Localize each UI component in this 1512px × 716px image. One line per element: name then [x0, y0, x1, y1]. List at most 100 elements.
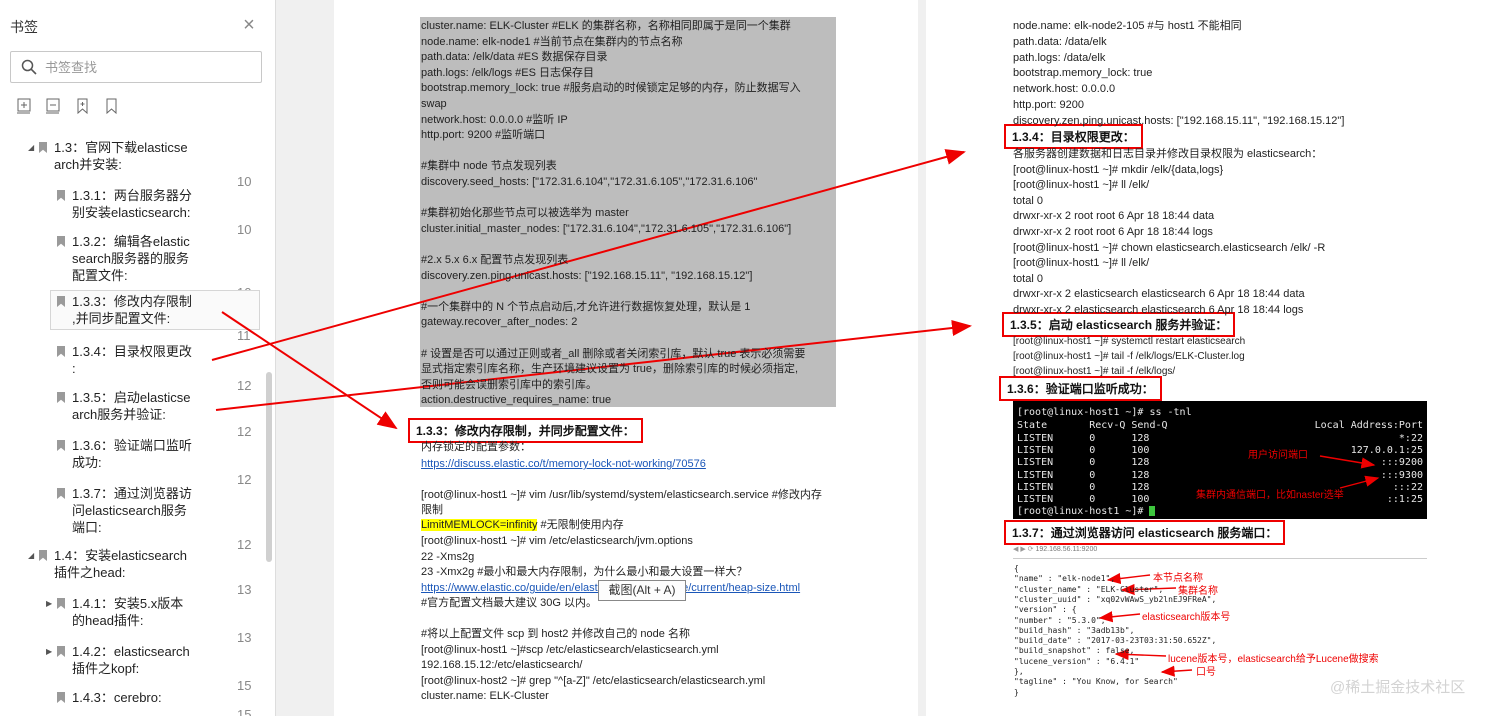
bookmark-label-line: 的head插件:	[72, 613, 144, 628]
bookmark-item-label: 1.4.1：安装5.x版本 的head插件:	[72, 595, 212, 629]
bookmark-item[interactable]: 1.3.3：修改内存限制 ,并同步配置文件: 11	[0, 290, 262, 343]
start-command-line: [root@linux-host1 ~]# tail -f /elk/logs/…	[1013, 351, 1245, 362]
config-line: #一个集群中的 N 个节点启动后,才允许进行数据恢复处理，默认是 1	[421, 300, 751, 313]
terminal-row-left: LISTEN 0 100	[1017, 445, 1150, 457]
bookmark-item[interactable]: ▶ 1.4.2：elasticsearch 插件之kopf: 15	[0, 643, 262, 693]
annotation-cluster-port: 集群内通信端口，比如naster选举	[1196, 490, 1344, 501]
config-line: #集群初始化那些节点可以被选举为 master	[421, 207, 629, 220]
bookmark-item-label: 1.4：安装elasticsearch 插件之head:	[54, 547, 194, 581]
screenshot-tooltip: 截图(Alt + A)	[598, 580, 686, 601]
bookmark-item[interactable]: 1.4.3：cerebro: 15	[0, 689, 262, 716]
bookmark-item[interactable]: 1.3.6：验证端口监听 成功: 12	[0, 437, 262, 487]
permission-line: drwxr-xr-x 2 root root 6 Apr 18 18:44 lo…	[1013, 226, 1213, 238]
bookmark-item-label: 1.4.3：cerebro:	[72, 689, 212, 706]
expand-all-icon[interactable]	[16, 97, 34, 115]
bookmark-item-icon	[39, 142, 47, 153]
terminal-header-right: Local Address:Port	[1314, 420, 1423, 431]
bookmark-search-input[interactable]	[45, 59, 245, 75]
config-line: http.port: 9200 #监听端口	[421, 129, 546, 142]
bookmark-item[interactable]: ◢ 1.3：官网下载elasticse arch并安装: 10	[0, 139, 262, 189]
scp-destination: 192.168.15.12:/etc/elasticsearch/	[421, 659, 583, 671]
json-response-line: "version" : {	[1014, 605, 1077, 615]
annotation-user-port: 用户访问端口	[1248, 450, 1308, 461]
bookmark-item[interactable]: 1.3.1：两台服务器分 别安装elasticsearch: 10	[0, 187, 262, 237]
grep-output: cluster.name: ELK-Cluster	[421, 690, 549, 702]
bookmark-item[interactable]: ◢ 1.4：安装elasticsearch 插件之head: 13	[0, 547, 262, 597]
permission-line: 各服务器创建数据和日志目录并修改目录权限为 elasticsearch：	[1013, 148, 1323, 160]
config-line: node.name: elk-node1 #当前节点在集群内的节点名称	[421, 35, 683, 48]
host2-config-line: discovery.zen.ping.unicast.hosts: ["192.…	[1013, 114, 1345, 127]
host2-config-line: network.host: 0.0.0.0	[1013, 83, 1116, 96]
bookmark-label-line: :	[72, 361, 76, 376]
terminal-row-left: LISTEN 0 100	[1017, 494, 1150, 505]
terminal-row-address: :::22	[1392, 481, 1423, 493]
config-line: 显式指定索引库名称，生产环境建议设置为 true，删除索引库的时候必须指定,	[421, 363, 799, 376]
sidebar-title: 书签	[10, 19, 38, 35]
collapsed-triangle-icon[interactable]: ▶	[46, 599, 52, 608]
bookmark-item-icon	[57, 346, 65, 357]
bookmark-item[interactable]: 1.3.5：启动elasticse arch服务并验证: 12	[0, 389, 262, 439]
bookmark-item[interactable]: ▶ 1.4.1：安装5.x版本 的head插件: 13	[0, 595, 262, 645]
bookmark-item[interactable]: 1.3.4：目录权限更改:12	[0, 343, 262, 393]
config-line: #2.x 5.x 6.x 配置节点发现列表	[421, 254, 569, 266]
bookmark-item-label: 1.3：官网下载elasticse arch并安装:	[54, 139, 194, 173]
limit-line: LimitMEMLOCK=infinity #无限制使用内存	[421, 518, 624, 532]
pdf-reader-window: 书签 × ◢1.3：官网下载elasticsearch并安装:101.3.1：两…	[0, 0, 1512, 716]
grep-command: [root@linux-host2 ~]# grep "^[a-Z]" /etc…	[421, 675, 766, 687]
annotation-lucene-tagline: 口号	[1196, 667, 1216, 678]
collapse-all-icon[interactable]	[45, 97, 63, 115]
config-line: action.destructive_requires_name: true	[421, 394, 612, 407]
xmx-line: 23 -Xmx2g #最小和最大内存限制，为什么最小和最大设置一样大？	[421, 566, 748, 578]
bookmark-label-line: 插件之kopf:	[72, 661, 140, 676]
bookmark-label-line: 1.3.4：目录权限更改	[72, 344, 192, 359]
json-response-line: "build_snapshot" : false,	[1014, 646, 1135, 656]
permission-line: drwxr-xr-x 2 elasticsearch elasticsearch…	[1013, 288, 1305, 301]
add-bookmark-icon[interactable]	[74, 97, 92, 115]
annotation-es-version: elasticsearch版本号	[1142, 612, 1231, 623]
bookmark-toolbar	[16, 97, 121, 115]
config-line: 否则可能会误删索引库中的索引库。	[421, 378, 597, 391]
terminal-row-address: :::9300	[1380, 469, 1423, 481]
bookmark-item-label: 1.3.3：修改内存限制 ,并同步配置文件:	[72, 293, 212, 327]
memlock-link[interactable]: https://discuss.elastic.co/t/memory-lock…	[421, 457, 706, 471]
json-response-line: "name" : "elk-node1",	[1014, 574, 1116, 584]
bookmark-item[interactable]: 1.3.7：通过浏览器访 问elasticsearch服务 端口: 12	[0, 485, 262, 552]
bookmark-search-box[interactable]	[10, 51, 262, 83]
config-line: path.logs: /elk/logs #ES 日志保存目	[421, 66, 595, 79]
bookmark-label-line: 端口:	[72, 520, 102, 535]
bookmark-icon[interactable]	[103, 97, 121, 115]
config-line: discovery.seed_hosts: ["172.31.6.104","1…	[421, 176, 758, 188]
config-line: path.data: /elk/data #ES 数据保存目录	[421, 51, 608, 64]
bookmark-label-line: 1.4.2：elasticsearch	[72, 644, 190, 659]
bookmark-item-label: 1.3.1：两台服务器分 别安装elasticsearch:	[72, 187, 212, 221]
sidebar-scrollbar[interactable]	[266, 372, 272, 562]
bookmark-label-line: 1.3：官网下载elasticse	[54, 140, 188, 155]
permission-line: [root@linux-host1 ~]# chown elasticsearc…	[1013, 241, 1326, 254]
limit-highlight: LimitMEMLOCK=infinity	[421, 519, 538, 531]
bookmark-item[interactable]: 1.3.2：编辑各elasticsearch服务器的服务配置文件:10	[0, 233, 262, 300]
bookmark-page-number: 15	[237, 707, 252, 716]
browser-url: 192.168.56.11:9200	[1035, 546, 1098, 553]
json-response-line: "number" : "5.3.0",	[1014, 615, 1106, 625]
bookmark-item-label: 1.3.2：编辑各elastic search服务器的服务 配置文件:	[72, 233, 212, 284]
bookmark-label-line: search服务器的服务	[72, 251, 190, 266]
json-response-line: {	[1014, 564, 1019, 573]
json-response-line: "lucene_version" : "6.4.1"	[1014, 656, 1140, 666]
bookmark-item-icon	[57, 392, 65, 403]
bookmark-label-line: 插件之head:	[54, 565, 126, 580]
close-icon[interactable]: ×	[240, 15, 258, 35]
collapsed-triangle-icon[interactable]: ▶	[46, 647, 52, 656]
vim-command-1: [root@linux-host1 ~]# vim /usr/lib/syste…	[421, 489, 822, 501]
permission-line: total 0	[1013, 272, 1043, 285]
config-line: #集群中 node 节点发现列表	[421, 160, 557, 173]
host2-config-line: node.name: elk-node2-105 #与 host1 不能相同	[1013, 20, 1242, 32]
bookmark-label-line: 配置文件:	[72, 268, 128, 283]
permission-line: [root@linux-host1 ~]# ll /elk/	[1013, 179, 1150, 192]
expanded-triangle-icon[interactable]: ◢	[28, 551, 34, 560]
permission-line: [root@linux-host1 ~]# ll /elk/	[1013, 257, 1150, 270]
terminal-cursor	[1149, 506, 1156, 516]
expanded-triangle-icon[interactable]: ◢	[28, 143, 34, 152]
bookmark-page-number: 11	[237, 328, 251, 343]
terminal-header-left: State Recv-Q Send-Q	[1017, 420, 1168, 431]
terminal-row-address: *:22	[1398, 433, 1423, 444]
